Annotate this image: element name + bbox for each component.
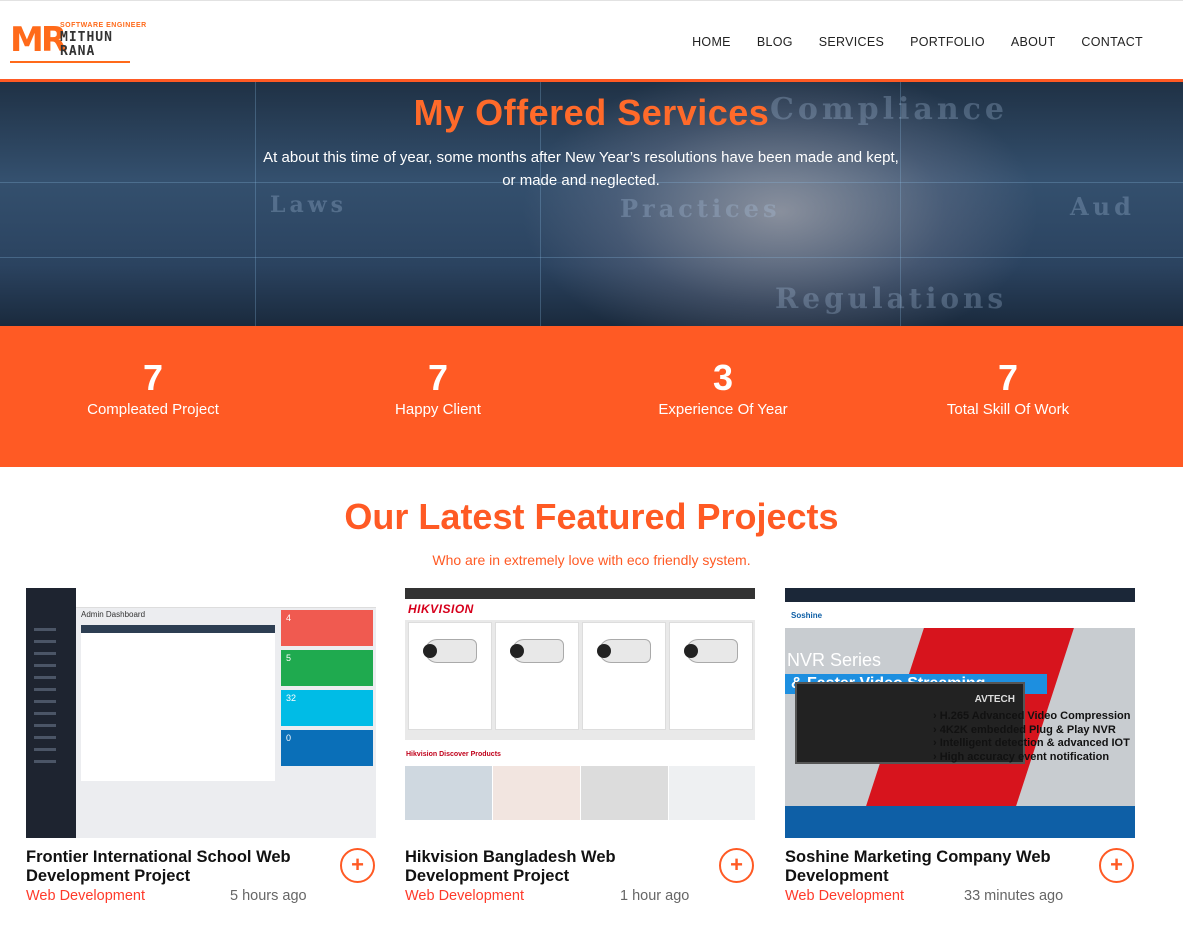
stat-total-skills: 7 Total Skill Of Work [888,357,1128,419]
thumb-banner-title: NVR Series [787,650,882,670]
thumb-brand-logo: Soshine [791,611,823,620]
stat-value: 3 [712,357,734,398]
thumb-heading: Admin Dashboard [81,610,146,619]
stat-label: Experience Of Year [658,401,788,418]
stat-label: Compleated Project [87,401,219,418]
project-title[interactable]: Hikvision Bangladesh Web Development Pro… [405,848,705,886]
stat-value: 7 [142,357,164,398]
project-category[interactable]: Web Development [405,888,524,904]
project-time: 5 hours ago [230,888,307,904]
project-category[interactable]: Web Development [26,888,145,904]
stat-happy-clients: 7 Happy Client [318,357,558,419]
main-nav: HOME BLOG SERVICES PORTFOLIO ABOUT CONTA… [692,35,1143,49]
project-thumbnail-soshine[interactable]: Soshine NVR Series & Faster Video Stream… [785,588,1135,838]
project-time: 1 hour ago [620,888,690,904]
logo-name: MITHUN RANA [60,31,113,59]
thumb-stat-box: 4 [281,610,373,646]
hero-bg-word: Aud [1070,192,1135,221]
nav-portfolio[interactable]: PORTFOLIO [910,35,985,49]
nav-contact[interactable]: CONTACT [1081,35,1143,49]
stat-value: 7 [427,357,449,398]
thumb-calendar [81,625,275,781]
thumb-product [408,622,492,730]
projects-section-title: Our Latest Featured Projects [344,496,839,537]
services-hero: Compliance Laws Practices Aud Regulation… [0,82,1183,326]
thumb-stat-box: 0 [281,730,373,766]
thumb-category-image [405,766,492,820]
plus-icon[interactable]: + [719,848,754,883]
stats-band: 7 Compleated Project 7 Happy Client 3 Ex… [0,326,1183,467]
thumb-stat-box: 5 [281,650,373,686]
thumb-product [582,622,666,730]
stat-experience-years: 3 Experience Of Year [603,357,843,419]
logo-mark: MR [10,20,67,60]
thumb-main: Admin Dashboard 4 5 32 0 [76,608,376,838]
nav-blog[interactable]: BLOG [757,35,793,49]
plus-icon[interactable]: + [1099,848,1134,883]
thumb-product [495,622,579,730]
site-header: MR SOFTWARE ENGINEER MITHUN RANA HOME BL… [0,0,1183,82]
project-thumbnail-hikvision[interactable]: HIKVISION Hikvision Discover Products [405,588,755,838]
thumb-stat-box: 32 [281,690,373,726]
thumb-topbar [785,588,1135,602]
logo-name-last: RANA [60,44,96,59]
thumb-brand-logo: HIKVISION [408,602,474,616]
thumb-topbar [76,588,376,608]
project-time: 33 minutes ago [964,888,1064,904]
hero-bg-word: Laws [270,192,348,218]
project-title[interactable]: Soshine Marketing Company Web Developmen… [785,848,1085,886]
nav-services[interactable]: SERVICES [819,35,884,49]
hero-grid-line [0,257,1183,258]
project-title[interactable]: Frontier International School Web Develo… [26,848,326,886]
hero-title: My Offered Services [413,92,770,133]
site-logo[interactable]: MR SOFTWARE ENGINEER MITHUN RANA [10,20,146,63]
thumb-feature-list: › H.265 Advanced Video Compression › 4K2… [933,710,1131,763]
hero-bg-word: Regulations [775,282,1008,315]
thumb-section-title: Hikvision Discover Products [406,751,501,758]
plus-icon[interactable]: + [340,848,375,883]
logo-underline [10,61,130,63]
nav-about[interactable]: ABOUT [1011,35,1056,49]
hero-description: At about this time of year, some months … [263,149,899,189]
thumb-footer-strip [785,806,1135,838]
thumb-category-image [669,766,755,820]
thumb-category-image [493,766,580,820]
stat-value: 7 [997,357,1019,398]
project-category[interactable]: Web Development [785,888,904,904]
thumb-product [669,622,753,730]
project-thumbnail-dashboard[interactable]: Admin Dashboard 4 5 32 0 [26,588,376,838]
logo-name-first: MITHUN [60,30,113,45]
stat-completed-projects: 7 Compleated Project [33,357,273,419]
logo-tagline: SOFTWARE ENGINEER [60,22,147,29]
thumb-category-image [581,766,668,820]
stat-label: Total Skill Of Work [946,401,1070,418]
nav-home[interactable]: HOME [692,35,731,49]
stat-label: Happy Client [395,401,481,418]
thumb-topbar [405,588,755,599]
hero-bg-word: Practices [620,194,781,223]
thumb-sidebar [26,588,76,838]
projects-section-subtitle: Who are in extremely love with eco frien… [432,552,751,568]
